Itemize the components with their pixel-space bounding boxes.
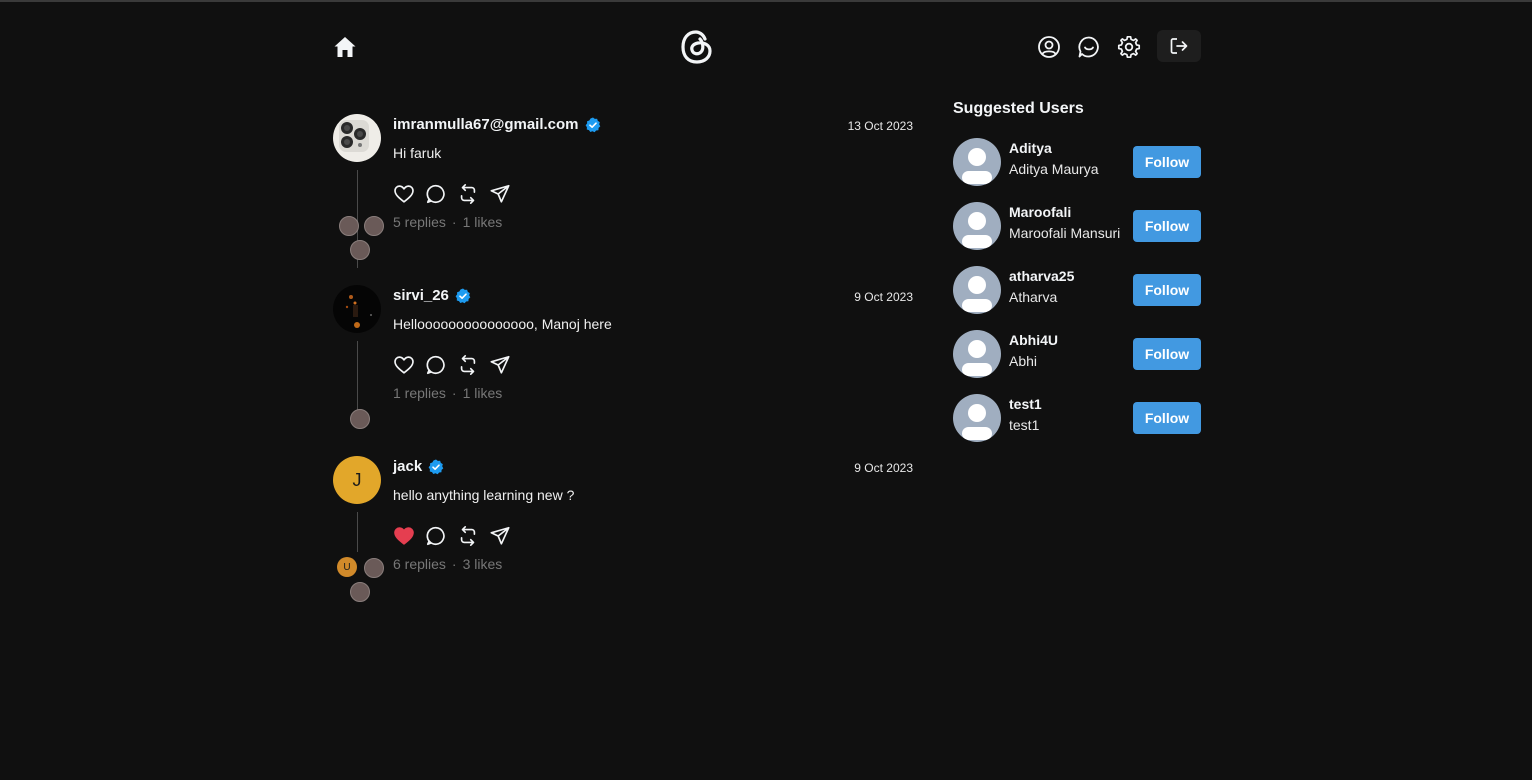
home-icon[interactable] [333,35,357,59]
repost-icon[interactable] [457,354,479,376]
username-text[interactable]: jack [393,458,422,475]
follow-button[interactable]: Follow [1133,274,1201,306]
post-username[interactable]: jack [393,458,444,475]
comment-icon[interactable] [425,525,447,547]
suggested-fullname: test1 [1009,417,1040,433]
suggested-fullname: Aditya Maurya [1009,161,1099,177]
likes-count: 1 likes [462,214,503,230]
chat-icon[interactable] [1077,35,1101,59]
post-text: Hellooooooooooooooo, Manoj here [393,316,612,332]
suggested-username[interactable]: atharva25 [1009,268,1074,284]
reply-avatar [364,558,384,578]
post-actions [393,183,511,205]
post-stats: 5 replies · 1 likes [393,214,502,230]
separator: · [451,214,457,230]
reply-avatar [339,216,359,236]
avatar[interactable]: J [333,456,381,504]
header [333,26,1201,66]
suggested-fullname: Abhi [1009,353,1038,369]
post-actions [393,525,511,547]
suggested-username[interactable]: Maroofali [1009,204,1071,220]
suggested-users-panel: Suggested Users Aditya Aditya Maurya Fol… [953,100,1201,458]
follow-button[interactable]: Follow [1133,210,1201,242]
default-avatar-icon[interactable] [953,202,1001,250]
suggested-username[interactable]: Aditya [1009,140,1052,156]
post-date: 9 Oct 2023 [854,290,913,304]
replies-count[interactable]: 5 replies [393,214,446,230]
like-icon-filled[interactable] [393,525,415,547]
suggested-user[interactable]: test1 test1 Follow [953,394,1201,458]
post[interactable]: sirvi_26 9 Oct 2023 Hellooooooooooooooo,… [333,285,913,456]
replies-count[interactable]: 6 replies [393,556,446,572]
post-actions [393,354,511,376]
default-avatar-icon[interactable] [953,266,1001,314]
likes-count: 3 likes [462,556,503,572]
post-stats: 1 replies · 1 likes [393,385,502,401]
like-icon[interactable] [393,354,415,376]
feed: imranmulla67@gmail.com 13 Oct 2023 Hi fa… [333,114,913,627]
suggested-username[interactable]: Abhi4U [1009,332,1058,348]
top-border [0,0,1532,2]
post-stats: 6 replies · 3 likes [393,556,502,572]
comment-icon[interactable] [425,354,447,376]
repost-icon[interactable] [457,183,479,205]
post-username[interactable]: imranmulla67@gmail.com [393,116,601,133]
likes-count: 1 likes [462,385,503,401]
comment-icon[interactable] [425,183,447,205]
thread-line [357,512,358,552]
suggested-username[interactable]: test1 [1009,396,1042,412]
post-text: Hi faruk [393,145,442,161]
post-date: 9 Oct 2023 [854,461,913,475]
replies-count[interactable]: 1 replies [393,385,446,401]
username-text[interactable]: imranmulla67@gmail.com [393,116,579,133]
default-avatar-icon[interactable] [953,138,1001,186]
verified-icon [428,459,444,474]
suggested-user[interactable]: Maroofali Maroofali Mansuri Follow [953,202,1201,266]
username-text[interactable]: sirvi_26 [393,287,449,304]
verified-icon [455,288,471,303]
share-icon[interactable] [489,525,511,547]
default-avatar-icon[interactable] [953,330,1001,378]
suggested-fullname: Maroofali Mansuri [1009,225,1121,241]
like-icon[interactable] [393,183,415,205]
threads-logo-icon[interactable] [678,27,716,67]
default-avatar-icon[interactable] [953,394,1001,442]
reply-avatar [350,409,370,429]
post[interactable]: imranmulla67@gmail.com 13 Oct 2023 Hi fa… [333,114,913,285]
share-icon[interactable] [489,183,511,205]
repost-icon[interactable] [457,525,479,547]
follow-button[interactable]: Follow [1133,402,1201,434]
suggested-user[interactable]: Aditya Aditya Maurya Follow [953,138,1201,202]
reply-avatar [350,582,370,602]
post-username[interactable]: sirvi_26 [393,287,471,304]
avatar[interactable] [333,114,381,162]
follow-button[interactable]: Follow [1133,338,1201,370]
suggested-users-title: Suggested Users [953,100,1084,117]
share-icon[interactable] [489,354,511,376]
verified-icon [585,117,600,132]
logout-icon [1170,38,1188,54]
post-text: hello anything learning new ? [393,487,575,503]
avatar[interactable] [333,285,381,333]
follow-button[interactable]: Follow [1133,146,1201,178]
separator: · [451,385,457,401]
reply-avatar [350,240,370,260]
post[interactable]: J U jack 9 Oct 2023 hello anything learn… [333,456,913,627]
reply-avatar [364,216,384,236]
suggested-user[interactable]: atharva25 Atharva Follow [953,266,1201,330]
reply-avatar: U [337,557,357,577]
settings-icon[interactable] [1117,35,1141,59]
post-date: 13 Oct 2023 [847,119,913,133]
suggested-fullname: Atharva [1009,289,1058,305]
suggested-user[interactable]: Abhi4U Abhi Follow [953,330,1201,394]
profile-icon[interactable] [1037,35,1061,59]
logout-button[interactable] [1157,30,1201,62]
separator: · [451,556,457,572]
